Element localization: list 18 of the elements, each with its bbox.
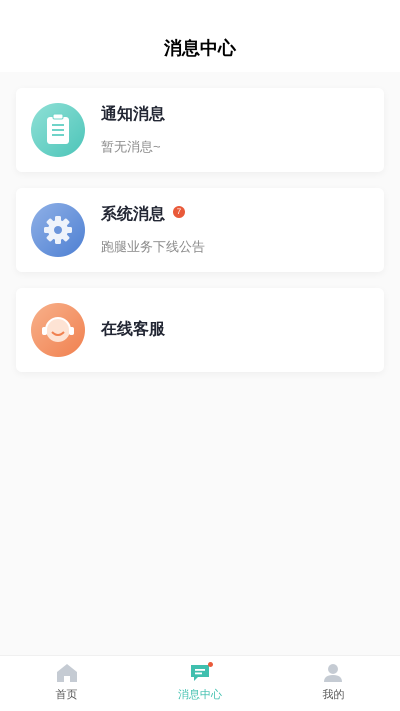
message-card[interactable]: 系统消息 7 跑腿业务下线公告 (16, 188, 384, 272)
card-title: 系统消息 (101, 204, 165, 226)
card-subtitle: 跑腿业务下线公告 (101, 238, 205, 256)
home-icon (56, 663, 78, 684)
gear-icon (31, 203, 85, 257)
card-subtitle: 暂无消息~ (101, 138, 162, 156)
tab-item[interactable]: 首页 (0, 656, 134, 711)
page-title: 消息中心 (164, 37, 236, 60)
unread-count: 7 (173, 206, 185, 218)
headset-icon (31, 303, 85, 357)
message-card[interactable]: 在线客服 (16, 288, 384, 372)
card-title: 通知消息 (101, 104, 165, 126)
chat-icon (188, 663, 211, 684)
person-icon (322, 663, 344, 684)
tab-item[interactable]: 我的 (266, 656, 400, 711)
card-title: 在线客服 (101, 319, 165, 340)
message-card[interactable]: 通知消息 暂无消息~ (16, 88, 384, 172)
clipboard-icon (31, 103, 85, 157)
